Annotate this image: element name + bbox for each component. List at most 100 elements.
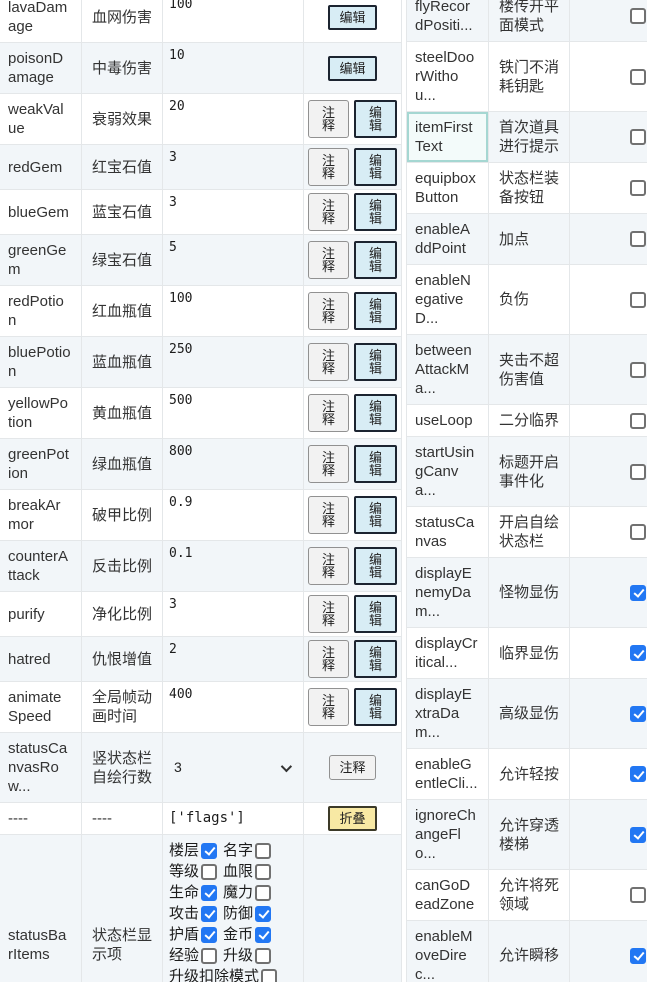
- comment-button[interactable]: 注释: [308, 100, 349, 138]
- setting-value[interactable]: 0.1: [163, 541, 304, 591]
- edit-button[interactable]: 编辑: [354, 343, 397, 381]
- setting-checkbox[interactable]: [630, 231, 646, 247]
- edit-button[interactable]: 编辑: [354, 640, 397, 678]
- flag-checkbox[interactable]: [255, 906, 271, 922]
- flag-label: 升级: [223, 945, 253, 966]
- row-actions: 注释: [304, 733, 401, 802]
- setting-value[interactable]: ['flags']: [163, 803, 304, 834]
- setting-value[interactable]: 5: [163, 235, 304, 285]
- setting-value[interactable]: 250: [163, 337, 304, 387]
- setting-value[interactable]: 楼层名字等级血限生命魔力攻击防御护盾金币经验升级升级扣除模式钥匙绿钥破炸负面技能: [163, 835, 304, 982]
- comment-button[interactable]: 注释: [308, 193, 349, 231]
- row-startUsingCanva: startUsingCanva... 标题开启事件化: [407, 437, 647, 507]
- flag-checkbox[interactable]: [201, 948, 217, 964]
- status-canvas-rows-select[interactable]: 3: [169, 756, 297, 780]
- flag-checkbox[interactable]: [255, 843, 271, 859]
- edit-button[interactable]: 编辑: [354, 241, 397, 279]
- setting-value[interactable]: 3: [163, 190, 304, 234]
- comment-button[interactable]: 注释: [308, 292, 349, 330]
- row-bluePotion: bluePotion 蓝血瓶值 250 注释编辑: [0, 337, 401, 388]
- edit-button[interactable]: 编辑: [354, 193, 397, 231]
- flag-checkbox[interactable]: [201, 906, 217, 922]
- flag-checkbox[interactable]: [255, 948, 271, 964]
- comment-button[interactable]: 注释: [308, 640, 349, 678]
- row-actions: 注释编辑: [304, 235, 401, 285]
- flag-checkbox[interactable]: [261, 969, 277, 982]
- row-counterAttack: counterAttack 反击比例 0.1 注释编辑: [0, 541, 401, 592]
- setting-key: redPotion: [0, 286, 82, 336]
- edit-button[interactable]: 编辑: [354, 394, 397, 432]
- setting-value[interactable]: 400: [163, 682, 304, 732]
- setting-value[interactable]: 3: [163, 145, 304, 189]
- row-purify: purify 净化比例 3 注释编辑: [0, 592, 401, 637]
- setting-key: ----: [0, 803, 82, 834]
- setting-checkbox[interactable]: [630, 524, 646, 540]
- setting-checkbox[interactable]: [630, 362, 646, 378]
- setting-checkbox[interactable]: [630, 827, 646, 843]
- edit-button[interactable]: 编辑: [354, 496, 397, 534]
- fold-button[interactable]: 折叠: [328, 806, 376, 831]
- setting-description: 净化比例: [82, 592, 163, 636]
- setting-checkbox[interactable]: [630, 948, 646, 964]
- comment-button[interactable]: 注释: [308, 688, 349, 726]
- comment-button[interactable]: 注释: [308, 394, 349, 432]
- comment-button[interactable]: 注释: [308, 595, 349, 633]
- setting-checkbox[interactable]: [630, 645, 646, 661]
- flag-checkbox[interactable]: [255, 864, 271, 880]
- edit-button[interactable]: 编辑: [354, 148, 397, 186]
- comment-button[interactable]: 注释: [308, 445, 349, 483]
- setting-checkbox[interactable]: [630, 706, 646, 722]
- edit-button[interactable]: 编辑: [328, 56, 376, 81]
- setting-value[interactable]: 10: [163, 43, 304, 93]
- setting-value[interactable]: 800: [163, 439, 304, 489]
- comment-button[interactable]: 注释: [308, 241, 349, 279]
- row-actions: 注释编辑: [304, 541, 401, 591]
- row-blueGem: blueGem 蓝宝石值 3 注释编辑: [0, 190, 401, 235]
- row-itemFirstText: itemFirstText 首次道具进行提示: [407, 112, 647, 163]
- setting-key: displayCritical...: [407, 628, 489, 678]
- setting-description: 首次道具进行提示: [489, 112, 570, 162]
- edit-button[interactable]: 编辑: [354, 445, 397, 483]
- setting-checkbox[interactable]: [630, 69, 646, 85]
- comment-button[interactable]: 注释: [308, 148, 349, 186]
- edit-button[interactable]: 编辑: [354, 547, 397, 585]
- setting-value[interactable]: 2: [163, 637, 304, 681]
- setting-description: 临界显伤: [489, 628, 570, 678]
- setting-checkbox[interactable]: [630, 887, 646, 903]
- setting-description: 黄血瓶值: [82, 388, 163, 438]
- setting-checkbox[interactable]: [630, 180, 646, 196]
- comment-button[interactable]: 注释: [308, 547, 349, 585]
- comment-button[interactable]: 注释: [308, 343, 349, 381]
- setting-checkbox-cell: [570, 558, 647, 627]
- comment-button[interactable]: 注释: [308, 496, 349, 534]
- row-actions: 注释编辑: [304, 439, 401, 489]
- setting-checkbox[interactable]: [630, 766, 646, 782]
- flag-checkbox[interactable]: [201, 843, 217, 859]
- setting-checkbox[interactable]: [630, 8, 646, 24]
- setting-value[interactable]: 100: [163, 286, 304, 336]
- edit-button[interactable]: 编辑: [354, 595, 397, 633]
- setting-checkbox[interactable]: [630, 413, 646, 429]
- setting-value[interactable]: 3: [163, 733, 304, 802]
- setting-value[interactable]: 0.9: [163, 490, 304, 540]
- setting-value[interactable]: 20: [163, 94, 304, 144]
- flag-checkbox[interactable]: [201, 885, 217, 901]
- edit-button[interactable]: 编辑: [354, 292, 397, 330]
- edit-button[interactable]: 编辑: [354, 100, 397, 138]
- setting-value[interactable]: 3: [163, 592, 304, 636]
- setting-value[interactable]: 100: [163, 0, 304, 42]
- flag-checkbox[interactable]: [201, 927, 217, 943]
- edit-button[interactable]: 编辑: [328, 5, 376, 30]
- setting-checkbox[interactable]: [630, 129, 646, 145]
- flag-checkbox[interactable]: [255, 885, 271, 901]
- row-steelDoorWithou: steelDoorWithou... 铁门不消耗钥匙: [407, 42, 647, 112]
- flag-checkbox[interactable]: [255, 927, 271, 943]
- edit-button[interactable]: 编辑: [354, 688, 397, 726]
- setting-checkbox[interactable]: [630, 292, 646, 308]
- setting-checkbox[interactable]: [630, 585, 646, 601]
- flag-checkbox[interactable]: [201, 864, 217, 880]
- setting-checkbox[interactable]: [630, 464, 646, 480]
- comment-button[interactable]: 注释: [329, 755, 375, 780]
- setting-value[interactable]: 500: [163, 388, 304, 438]
- row-actions: 注释编辑: [304, 490, 401, 540]
